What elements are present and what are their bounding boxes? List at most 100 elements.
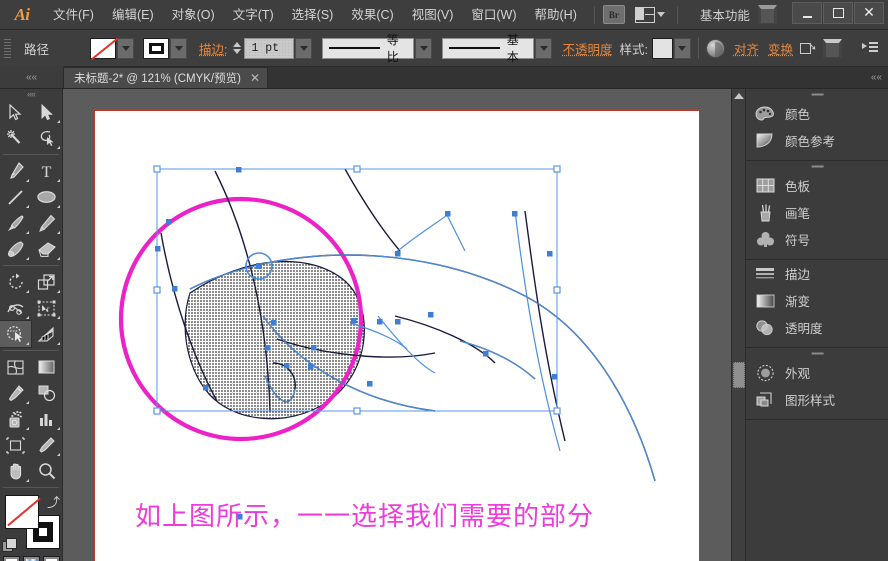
panel-swatches[interactable]: 色板 bbox=[746, 172, 888, 199]
tools-panel-grip[interactable]: «« bbox=[0, 89, 62, 99]
perspective-grid-tool[interactable] bbox=[31, 321, 62, 347]
none-button[interactable] bbox=[42, 556, 60, 561]
direct-selection-tool[interactable] bbox=[31, 99, 62, 125]
tool-flyout-icon[interactable] bbox=[26, 257, 29, 260]
menu-effect[interactable]: 效果(C) bbox=[342, 3, 402, 27]
document-canvas-area[interactable]: 如上图所示，一一选择我们需要的部分 bbox=[63, 89, 745, 561]
slice-tool[interactable] bbox=[31, 432, 62, 458]
selection-tool[interactable] bbox=[0, 99, 31, 125]
panel-graphic-styles[interactable]: 图形样式 bbox=[746, 386, 888, 413]
tool-flyout-icon[interactable] bbox=[57, 427, 60, 430]
brush-definition-select[interactable]: 基本 bbox=[442, 33, 535, 64]
color-button[interactable] bbox=[2, 556, 20, 561]
panel-stroke[interactable]: 描边 bbox=[746, 260, 888, 287]
menu-object[interactable]: 对象(O) bbox=[163, 3, 224, 27]
free-transform-tool[interactable] bbox=[31, 295, 62, 321]
stroke-weight-dropdown[interactable] bbox=[295, 37, 313, 59]
zoom-tool[interactable] bbox=[31, 458, 62, 484]
tool-flyout-icon[interactable] bbox=[57, 146, 60, 149]
panel-color[interactable]: 颜色 bbox=[746, 100, 888, 127]
menu-type[interactable]: 文字(T) bbox=[224, 3, 283, 27]
scale-tool[interactable] bbox=[31, 269, 62, 295]
arrange-documents-button[interactable] bbox=[634, 6, 665, 23]
tool-flyout-icon[interactable] bbox=[26, 179, 29, 182]
fill-stroke-control[interactable]: ⤴ bbox=[0, 492, 62, 554]
tool-flyout-icon[interactable] bbox=[57, 316, 60, 319]
stroke-dropdown-button[interactable] bbox=[170, 37, 187, 59]
column-graph-tool[interactable] bbox=[31, 406, 62, 432]
stroke-weight-stepper[interactable] bbox=[233, 42, 242, 54]
tool-flyout-icon[interactable] bbox=[57, 179, 60, 182]
fill-color-indicator[interactable] bbox=[5, 495, 39, 529]
menu-select[interactable]: 选择(S) bbox=[283, 3, 343, 27]
brush-definition-dropdown[interactable] bbox=[535, 37, 553, 59]
minimize-button[interactable] bbox=[792, 2, 822, 24]
fill-dropdown-button[interactable] bbox=[117, 37, 134, 59]
eraser-tool[interactable] bbox=[31, 236, 62, 262]
transform-shape-icon[interactable]: ➘ bbox=[800, 41, 817, 55]
artboard-tool[interactable] bbox=[0, 432, 31, 458]
panel-transparency[interactable]: 透明度 bbox=[746, 314, 888, 341]
vertical-scrollbar[interactable] bbox=[731, 89, 745, 561]
rotate-tool[interactable] bbox=[0, 269, 31, 295]
blend-tool[interactable] bbox=[31, 380, 62, 406]
blob-brush-tool[interactable] bbox=[0, 236, 31, 262]
fill-color-control[interactable] bbox=[90, 37, 134, 59]
opacity-label[interactable]: 不透明度 bbox=[562, 39, 612, 58]
transform-button[interactable]: 变换 bbox=[768, 39, 793, 58]
mesh-tool[interactable] bbox=[0, 354, 31, 380]
menu-view[interactable]: 视图(V) bbox=[403, 3, 463, 27]
tool-flyout-icon[interactable] bbox=[57, 231, 60, 234]
stroke-swatch[interactable] bbox=[143, 37, 169, 59]
magic-wand-tool[interactable] bbox=[0, 125, 31, 151]
scrollbar-thumb[interactable] bbox=[733, 362, 745, 388]
paintbrush-tool[interactable] bbox=[0, 210, 31, 236]
menu-edit[interactable]: 编辑(E) bbox=[103, 3, 163, 27]
tool-flyout-icon[interactable] bbox=[26, 290, 29, 293]
align-button[interactable]: 对齐 bbox=[734, 39, 759, 58]
color-group-grip[interactable]: ▪▪▪▪▪▪▪ bbox=[746, 89, 888, 100]
fill-swatch[interactable] bbox=[90, 37, 116, 59]
tool-flyout-icon[interactable] bbox=[26, 401, 29, 404]
stepper-down-icon[interactable] bbox=[233, 49, 242, 54]
tool-flyout-icon[interactable] bbox=[26, 427, 29, 430]
stroke-profile-select[interactable]: 等比 bbox=[322, 33, 415, 64]
eyedropper-tool[interactable] bbox=[0, 380, 31, 406]
menu-window[interactable]: 窗口(W) bbox=[462, 3, 525, 27]
maximize-button[interactable] bbox=[823, 2, 853, 24]
shape-builder-tool[interactable] bbox=[0, 320, 32, 348]
gradient-tool[interactable] bbox=[31, 354, 62, 380]
tool-flyout-icon[interactable] bbox=[26, 205, 29, 208]
scroll-up-arrow-icon[interactable] bbox=[733, 93, 744, 99]
tool-flyout-icon[interactable] bbox=[26, 479, 29, 482]
document-tab[interactable]: 未标题-2* @ 121% (CMYK/预览) ✕ bbox=[63, 67, 269, 88]
tool-flyout-icon[interactable] bbox=[57, 120, 60, 123]
panel-appearance[interactable]: 外观 bbox=[746, 359, 888, 386]
lasso-tool[interactable] bbox=[31, 125, 62, 151]
close-icon[interactable]: ✕ bbox=[250, 72, 260, 84]
panel-brushes[interactable]: 画笔 bbox=[746, 199, 888, 226]
stroke-color-control[interactable] bbox=[143, 37, 187, 59]
stroke-profile-dropdown[interactable] bbox=[415, 37, 433, 59]
panel-color-guide[interactable]: 颜色参考 bbox=[746, 127, 888, 154]
menu-help[interactable]: 帮助(H) bbox=[526, 3, 586, 27]
pencil-tool[interactable] bbox=[31, 210, 62, 236]
tool-flyout-icon[interactable] bbox=[26, 316, 29, 319]
tool-flyout-icon[interactable] bbox=[57, 342, 60, 345]
stroke-weight-label[interactable]: 描边: bbox=[199, 39, 227, 58]
tool-flyout-icon[interactable] bbox=[57, 453, 60, 456]
graphic-style-dropdown[interactable] bbox=[673, 37, 691, 59]
pen-tool[interactable] bbox=[0, 158, 31, 184]
line-segment-tool[interactable] bbox=[0, 184, 31, 210]
panel-symbols[interactable]: 符号 bbox=[746, 226, 888, 253]
artboard[interactable]: 如上图所示，一一选择我们需要的部分 bbox=[94, 110, 700, 561]
control-bar-grip[interactable] bbox=[4, 37, 11, 59]
control-panel-menu-icon[interactable] bbox=[862, 42, 879, 54]
transform-chevron-icon[interactable] bbox=[823, 38, 843, 58]
bridge-button[interactable]: Br bbox=[602, 5, 625, 24]
opacity-appearance-icon[interactable] bbox=[705, 38, 725, 58]
panel-gradient[interactable]: 渐变 bbox=[746, 287, 888, 314]
tool-flyout-icon[interactable] bbox=[57, 205, 60, 208]
hand-tool[interactable] bbox=[0, 458, 31, 484]
stepper-up-icon[interactable] bbox=[233, 42, 242, 47]
